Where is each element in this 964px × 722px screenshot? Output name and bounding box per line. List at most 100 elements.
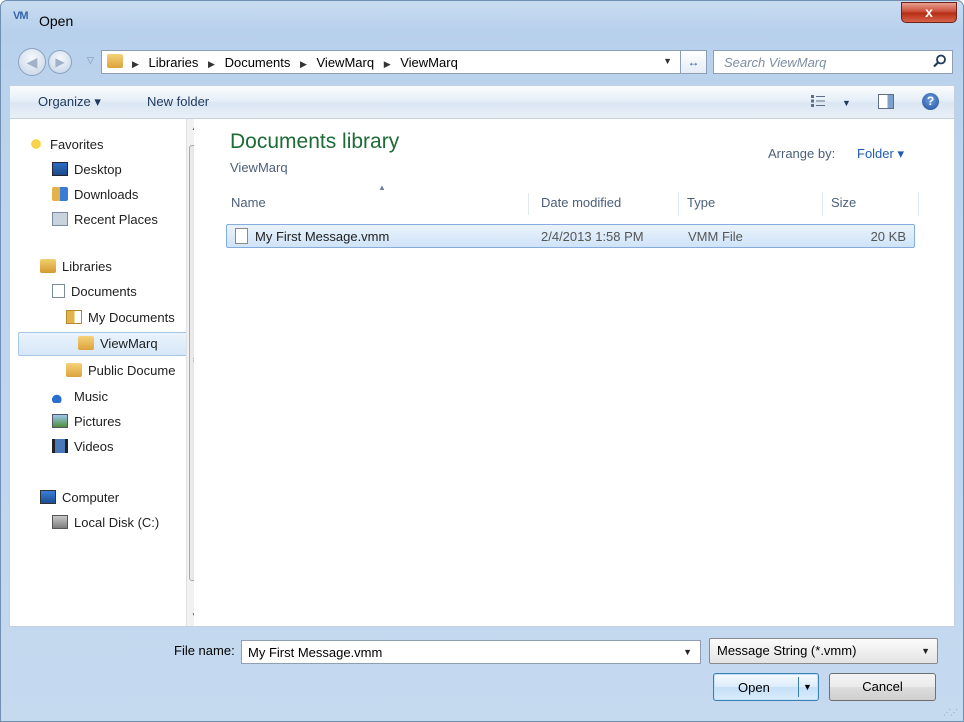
navigation-bar: ◀ ▶ ▽ ▶ Libraries ▶ Documents ▶ ViewMarq… <box>1 43 963 79</box>
column-header-type[interactable]: Type <box>679 193 823 215</box>
recent-places-icon <box>52 212 68 226</box>
nav-item-videos[interactable]: Videos <box>52 437 114 457</box>
nav-item-computer[interactable]: Computer <box>40 488 119 508</box>
back-button[interactable]: ◀ <box>18 48 46 76</box>
nav-item-label: Music <box>74 389 108 404</box>
nav-item-libraries[interactable]: Libraries <box>40 257 112 277</box>
forward-button[interactable]: ▶ <box>48 50 72 74</box>
nav-item-favorites[interactable]: Favorites <box>28 135 103 155</box>
scroll-grip-icon: ≡ <box>193 356 194 365</box>
file-size: 20 KB <box>870 229 906 244</box>
filter-dropdown-icon: ▼ <box>921 646 930 656</box>
nav-item-recent-places[interactable]: Recent Places <box>52 210 158 230</box>
navigation-pane: Favorites Desktop Downloads Recent Place… <box>10 119 194 626</box>
title-bar[interactable]: VM Open x <box>1 1 963 41</box>
nav-item-label: My Documents <box>88 310 175 325</box>
breadcrumb: ▶ Libraries ▶ Documents ▶ ViewMarq ▶ Vie… <box>132 55 464 70</box>
window-title: Open <box>39 13 74 29</box>
history-dropdown-icon[interactable]: ▽ <box>87 55 94 66</box>
nav-item-documents[interactable]: Documents <box>52 282 137 302</box>
help-icon[interactable]: ? <box>922 93 939 110</box>
nav-item-label: Libraries <box>62 259 112 274</box>
nav-item-viewmarq[interactable]: ViewMarq <box>78 334 158 354</box>
nav-item-my-documents[interactable]: My Documents <box>66 308 175 328</box>
file-row[interactable]: My First Message.vmm 2/4/2013 1:58 PM VM… <box>226 224 915 248</box>
scroll-up-icon[interactable]: ▲ <box>191 123 194 132</box>
scroll-down-icon[interactable]: ▼ <box>191 611 194 620</box>
library-subtitle: ViewMarq <box>230 160 288 175</box>
breadcrumb-libraries[interactable]: Libraries <box>149 55 199 70</box>
refresh-button[interactable]: ↔ <box>681 50 707 74</box>
nav-item-label: Recent Places <box>74 212 158 227</box>
dialog-footer: File name: My First Message.vmm ▼ Messag… <box>1 629 963 721</box>
change-view-icon[interactable] <box>811 95 825 107</box>
column-header-date[interactable]: Date modified <box>533 193 679 215</box>
nav-item-public-documents[interactable]: Public Docume <box>66 361 175 381</box>
nav-pane-scrollbar[interactable]: ▲ ≡ ▼ <box>186 119 194 626</box>
file-type: VMM File <box>688 229 743 244</box>
view-dropdown-icon[interactable]: ▼ <box>842 98 851 108</box>
search-icon[interactable] <box>933 54 947 68</box>
libraries-icon <box>40 259 56 273</box>
file-date: 2/4/2013 1:58 PM <box>541 229 644 244</box>
nav-item-music[interactable]: Music <box>52 387 108 407</box>
scroll-thumb[interactable]: ≡ <box>189 145 194 581</box>
address-bar[interactable]: ▶ Libraries ▶ Documents ▶ ViewMarq ▶ Vie… <box>101 50 681 74</box>
file-list-pane: Documents library ViewMarq Arrange by: F… <box>215 119 955 626</box>
breadcrumb-separator-icon: ▶ <box>132 59 139 69</box>
command-toolbar: Organize ▾ New folder ▼ ? <box>9 85 955 119</box>
nav-item-label: Local Disk (C:) <box>74 515 160 530</box>
breadcrumb-separator-icon: ▶ <box>208 59 215 69</box>
resize-grip-icon[interactable]: ⋰⋰ <box>943 708 958 717</box>
open-dialog: VM Open x ◀ ▶ ▽ ▶ Libraries ▶ Documents … <box>0 0 964 722</box>
file-type-filter[interactable]: Message String (*.vmm) ▼ <box>709 638 938 664</box>
nav-item-label: Downloads <box>74 187 139 202</box>
file-name-label: File name: <box>174 643 235 658</box>
breadcrumb-viewmarq[interactable]: ViewMarq <box>317 55 375 70</box>
nav-item-local-disk[interactable]: Local Disk (C:) <box>52 513 159 533</box>
search-input[interactable]: Search ViewMarq <box>713 50 953 74</box>
open-button[interactable]: Open ▼ <box>713 673 819 701</box>
music-icon <box>52 389 68 403</box>
address-dropdown-icon[interactable]: ▼ <box>663 56 672 66</box>
nav-item-label: Public Docume <box>88 363 176 378</box>
file-icon <box>235 228 248 244</box>
nav-item-label: Desktop <box>74 162 122 177</box>
videos-icon <box>52 439 68 453</box>
downloads-folder-icon <box>52 187 68 201</box>
close-button[interactable]: x <box>901 2 957 23</box>
new-folder-button[interactable]: New folder <box>147 94 209 109</box>
open-button-label: Open <box>738 680 770 695</box>
preview-pane-icon[interactable] <box>878 94 894 109</box>
column-header-name[interactable]: Name <box>223 193 529 215</box>
arrange-by-dropdown[interactable]: Folder ▾ <box>857 146 904 162</box>
pictures-icon <box>52 414 68 428</box>
nav-item-desktop[interactable]: Desktop <box>52 160 122 180</box>
sort-ascending-icon: ▲ <box>378 183 386 192</box>
file-name-value: My First Message.vmm <box>248 645 383 660</box>
file-name-input[interactable]: My First Message.vmm ▼ <box>241 640 701 664</box>
cancel-button[interactable]: Cancel <box>829 673 936 701</box>
browser-content: Favorites Desktop Downloads Recent Place… <box>9 119 955 627</box>
open-split-divider <box>798 677 799 697</box>
nav-item-label: Computer <box>62 490 120 505</box>
search-placeholder: Search ViewMarq <box>724 55 827 70</box>
breadcrumb-documents[interactable]: Documents <box>225 55 291 70</box>
open-options-dropdown-icon[interactable]: ▼ <box>803 682 812 692</box>
column-header-size[interactable]: Size <box>823 193 919 215</box>
folder-icon <box>107 54 123 68</box>
desktop-icon <box>52 162 68 176</box>
nav-item-label: ViewMarq <box>100 336 158 351</box>
organize-button[interactable]: Organize ▾ <box>38 94 101 110</box>
nav-item-label: Videos <box>74 439 114 454</box>
breadcrumb-viewmarq-current[interactable]: ViewMarq <box>400 55 458 70</box>
nav-item-label: Pictures <box>74 414 121 429</box>
disk-icon <box>52 515 68 529</box>
file-type-filter-value: Message String (*.vmm) <box>717 643 857 658</box>
nav-item-downloads[interactable]: Downloads <box>52 185 138 205</box>
folder-icon <box>78 336 94 350</box>
nav-item-pictures[interactable]: Pictures <box>52 412 121 432</box>
app-icon: VM <box>13 10 28 22</box>
folder-icon <box>66 363 82 377</box>
file-name-dropdown-icon[interactable]: ▼ <box>683 647 692 657</box>
